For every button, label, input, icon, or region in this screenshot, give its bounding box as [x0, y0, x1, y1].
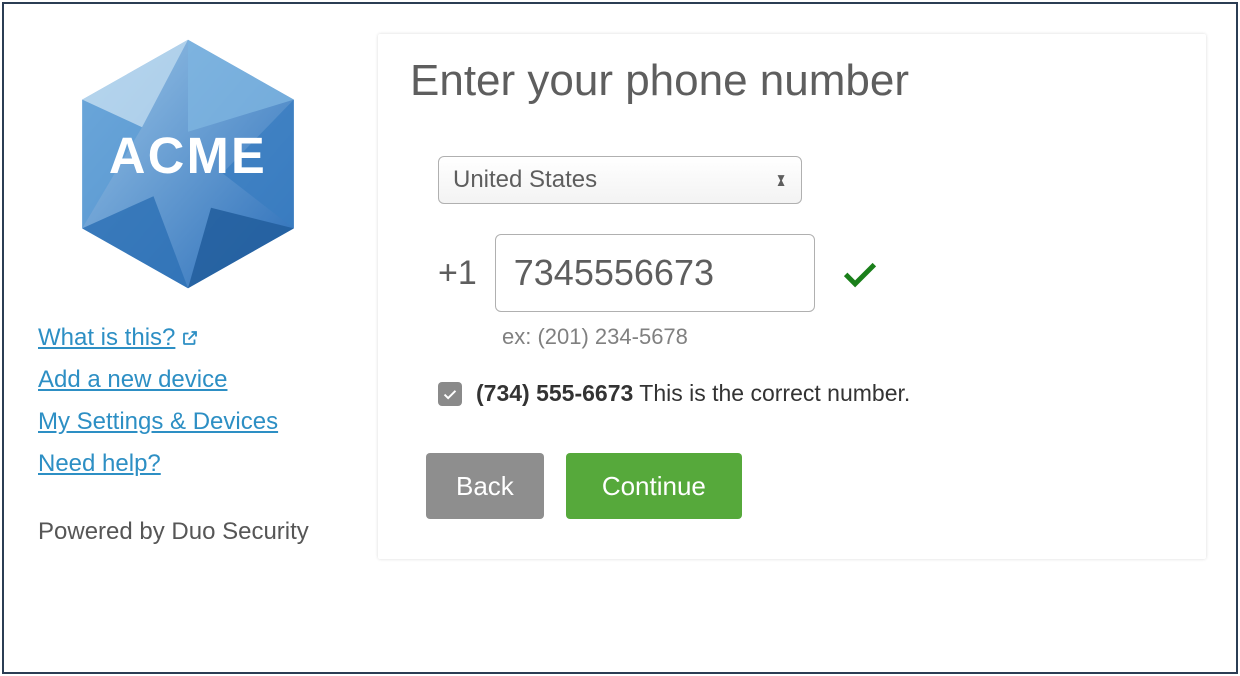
powered-by-text: Powered by Duo Security — [38, 518, 338, 546]
formatted-number: (734) 555-6673 — [476, 380, 633, 406]
country-select-value: United States — [453, 166, 597, 194]
link-settings-devices[interactable]: My Settings & Devices — [38, 408, 278, 436]
country-select[interactable]: United States ▲▼ — [438, 156, 802, 204]
button-row: Back Continue — [426, 453, 1166, 519]
link-label: What is this? — [38, 324, 175, 352]
confirm-row: (734) 555-6673 This is the correct numbe… — [438, 380, 1166, 407]
auth-frame: ACME What is this? Add a new device My S… — [2, 2, 1238, 674]
link-what-is-this[interactable]: What is this? — [38, 324, 199, 352]
continue-button[interactable]: Continue — [566, 453, 742, 519]
sidebar: ACME What is this? Add a new device My S… — [38, 34, 338, 642]
page-title: Enter your phone number — [410, 56, 1166, 106]
back-button[interactable]: Back — [426, 453, 544, 519]
checkmark-icon — [839, 252, 881, 294]
svg-text:ACME: ACME — [109, 127, 267, 184]
sidebar-links: What is this? Add a new device My Settin… — [38, 324, 338, 478]
logo-container: ACME — [38, 34, 338, 294]
check-icon — [442, 386, 458, 402]
phone-row: +1 — [438, 234, 1166, 312]
dial-code: +1 — [438, 254, 477, 293]
phone-example-text: ex: (201) 234-5678 — [502, 324, 1166, 350]
link-add-device[interactable]: Add a new device — [38, 366, 227, 394]
main-panel: Enter your phone number United States ▲▼… — [378, 34, 1206, 559]
phone-input[interactable] — [495, 234, 815, 312]
link-need-help[interactable]: Need help? — [38, 450, 161, 478]
acme-logo: ACME — [73, 34, 303, 294]
confirm-suffix: This is the correct number. — [633, 380, 910, 406]
confirm-text: (734) 555-6673 This is the correct numbe… — [476, 380, 910, 407]
confirm-checkbox[interactable] — [438, 382, 462, 406]
external-link-icon — [181, 329, 199, 347]
